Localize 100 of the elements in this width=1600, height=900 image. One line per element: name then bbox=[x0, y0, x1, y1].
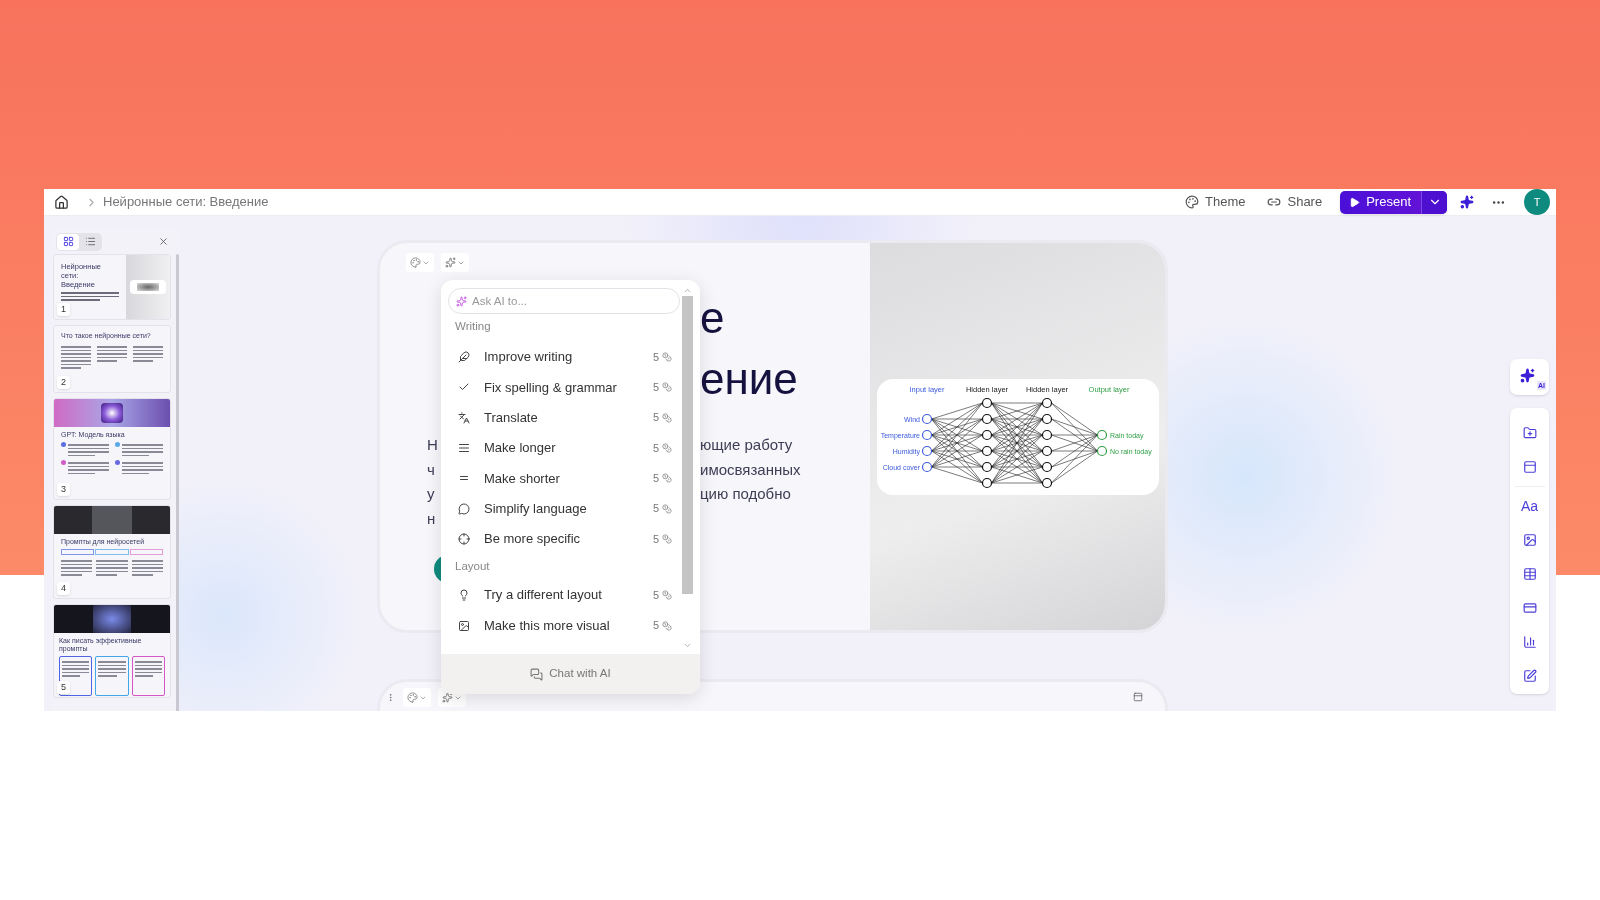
slide-number: 1 bbox=[57, 303, 70, 316]
palette-icon bbox=[407, 692, 418, 703]
coins-icon bbox=[662, 620, 672, 631]
ai-dropdown-button[interactable] bbox=[441, 253, 469, 272]
grid-icon bbox=[62, 236, 74, 247]
slide-number: 4 bbox=[57, 582, 70, 595]
home-icon[interactable] bbox=[54, 194, 69, 210]
menu-item[interactable]: Try a different layout 5 bbox=[448, 580, 680, 611]
coins-icon bbox=[662, 443, 672, 454]
coins-icon bbox=[662, 503, 672, 514]
ask-ai-field[interactable]: Ask AI to... bbox=[448, 288, 680, 314]
input-node bbox=[921, 461, 932, 472]
hidden-node bbox=[1041, 477, 1052, 488]
close-icon[interactable] bbox=[158, 236, 169, 247]
lines-icon bbox=[458, 442, 470, 455]
bar-chart-icon[interactable] bbox=[1522, 635, 1537, 649]
speech-bubble-icon bbox=[458, 502, 470, 515]
form-edit-icon[interactable] bbox=[1522, 669, 1537, 683]
present-options-button[interactable] bbox=[1421, 190, 1447, 214]
coins-icon bbox=[662, 412, 672, 423]
theme-button[interactable]: Theme bbox=[1179, 189, 1252, 215]
lightbulb-icon bbox=[458, 589, 470, 602]
translate-icon bbox=[458, 411, 470, 424]
share-button[interactable]: Share bbox=[1261, 189, 1329, 215]
menu-item[interactable]: Translate 5 bbox=[448, 402, 680, 433]
slide-number: 5 bbox=[57, 681, 70, 694]
hidden-node bbox=[1041, 429, 1052, 440]
sparkle-icon bbox=[1520, 367, 1535, 383]
menu-item[interactable]: Make shorter 5 bbox=[448, 463, 680, 494]
input-node bbox=[921, 429, 932, 440]
credit-cost: 5 bbox=[652, 471, 659, 487]
coins-icon bbox=[662, 590, 672, 601]
slide-number: 2 bbox=[57, 376, 70, 389]
hidden-node bbox=[981, 445, 992, 456]
layout-icon[interactable] bbox=[1522, 460, 1537, 474]
sparkle-icon bbox=[456, 295, 467, 307]
section-heading: Writing bbox=[455, 319, 491, 335]
menu-item-label: Improve writing bbox=[484, 348, 574, 367]
banner-icon[interactable] bbox=[1522, 601, 1537, 615]
sparkle-icon bbox=[442, 692, 453, 703]
menu-item-label: Make longer bbox=[484, 439, 557, 458]
slide-number: 3 bbox=[57, 483, 70, 496]
menu-item[interactable]: Make longer 5 bbox=[448, 432, 680, 464]
hidden-node bbox=[981, 461, 992, 472]
menu-item-label: Try a different layout bbox=[484, 586, 603, 605]
crosshair-icon bbox=[458, 532, 470, 545]
menu-item[interactable]: Make this more visual 5 bbox=[448, 610, 680, 641]
view-toggle-option[interactable] bbox=[57, 233, 79, 250]
hidden-node bbox=[1041, 413, 1052, 424]
diagram-image-placeholder bbox=[126, 255, 170, 319]
palette-icon bbox=[1185, 195, 1199, 209]
credit-cost: 5 bbox=[652, 501, 659, 517]
coins-icon bbox=[662, 352, 672, 363]
menu-item-label: Translate bbox=[484, 409, 539, 427]
menu-item-label: Fix spelling & grammar bbox=[484, 378, 618, 397]
section-heading: Layout bbox=[455, 559, 490, 575]
credit-cost: 5 bbox=[652, 531, 659, 547]
image-icon[interactable] bbox=[1522, 533, 1537, 547]
output-node bbox=[1096, 429, 1107, 440]
table-icon[interactable] bbox=[1522, 567, 1537, 581]
credit-cost: 5 bbox=[652, 618, 659, 634]
hidden-node bbox=[981, 477, 992, 488]
input-node bbox=[921, 445, 932, 456]
chat-with-ai-button[interactable]: Chat with AI bbox=[441, 654, 700, 694]
hidden-node bbox=[981, 429, 992, 440]
scrollbar[interactable] bbox=[176, 254, 179, 711]
slide-body-text: цию подобно bbox=[700, 484, 791, 504]
layout-icon[interactable] bbox=[1133, 692, 1143, 702]
breadcrumb-title[interactable]: Нейронные сети: Введение bbox=[103, 192, 269, 212]
slide-body-text: имосвязанных bbox=[700, 459, 801, 480]
coins-icon bbox=[662, 533, 672, 544]
credit-cost: 5 bbox=[652, 410, 659, 426]
menu-item[interactable]: Fix spelling & grammar 5 bbox=[448, 372, 680, 403]
slide-title-text: е bbox=[700, 291, 725, 344]
slide-body-text: н bbox=[427, 509, 436, 527]
hidden-node bbox=[1041, 461, 1052, 472]
menu-item[interactable]: Improve writing 5 bbox=[448, 342, 680, 373]
hidden-node bbox=[981, 413, 992, 424]
menu-item[interactable]: Be more specific 5 bbox=[448, 523, 680, 555]
credit-cost: 5 bbox=[652, 349, 659, 365]
input-node bbox=[921, 413, 932, 424]
sparkle-icon[interactable] bbox=[1460, 195, 1474, 209]
credit-cost: 5 bbox=[652, 587, 659, 603]
text-tool[interactable]: Aa bbox=[1520, 495, 1539, 517]
slide-body-text: ющие работу bbox=[700, 435, 793, 455]
menu-item[interactable]: Simplify language 5 bbox=[448, 493, 680, 524]
output-node bbox=[1096, 445, 1107, 456]
slide-body-text: Н bbox=[427, 436, 438, 454]
avatar[interactable]: T bbox=[1524, 189, 1550, 215]
menu-item-label: Simplify language bbox=[484, 499, 588, 518]
slide-body-text: у bbox=[427, 485, 435, 503]
card-add-icon[interactable] bbox=[1522, 426, 1537, 440]
credit-cost: 5 bbox=[652, 440, 659, 456]
menu-item-label: Be more specific bbox=[484, 530, 582, 549]
slide-title-text: ение bbox=[700, 352, 798, 405]
credit-cost: 5 bbox=[652, 380, 659, 396]
sparkle-icon bbox=[445, 257, 456, 268]
slide-body-text: ч bbox=[427, 460, 435, 478]
present-button[interactable]: Present bbox=[1340, 190, 1421, 214]
drag-handle-icon[interactable] bbox=[386, 693, 395, 702]
